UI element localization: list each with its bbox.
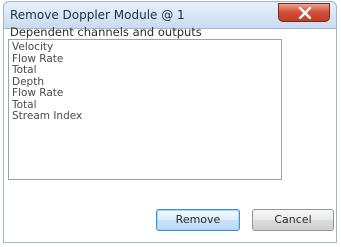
dependent-channels-list[interactable]: Velocity Flow Rate Total Depth Flow Rate… [8, 39, 282, 180]
list-item[interactable]: Stream Index [12, 110, 281, 123]
dependent-channels-label: Dependent channels and outputs [10, 25, 202, 39]
close-button[interactable] [278, 3, 330, 22]
close-icon [298, 7, 312, 19]
list-item[interactable]: Total [12, 64, 281, 77]
remove-doppler-dialog: Remove Doppler Module @ 1 Dependent chan… [0, 0, 341, 247]
dialog-title: Remove Doppler Module @ 1 [10, 8, 185, 22]
list-item[interactable]: Velocity [12, 41, 281, 54]
list-item[interactable]: Flow Rate [12, 87, 281, 100]
cancel-button[interactable]: Cancel [252, 209, 334, 231]
list-item[interactable]: Flow Rate [12, 53, 281, 66]
remove-button[interactable]: Remove [156, 209, 240, 231]
